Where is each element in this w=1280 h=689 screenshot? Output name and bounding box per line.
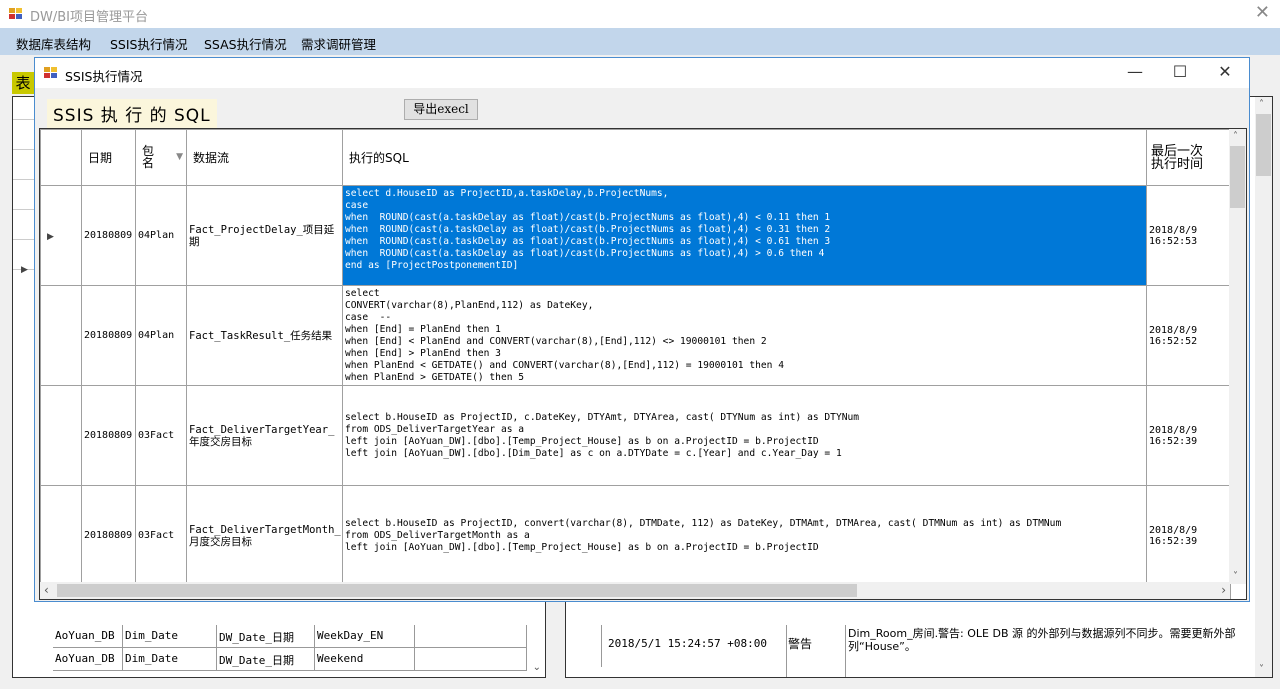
cell-dataflow[interactable]: Fact_DeliverTargetYear_年度交房目标 [186, 385, 343, 486]
row-header[interactable] [40, 385, 82, 486]
row-header[interactable] [40, 485, 82, 586]
cell-package[interactable]: 04Plan [135, 285, 187, 386]
bg-cell: Dim_Date [123, 625, 217, 648]
sql-table: 日期 包名 ▼ 数据流 执行的SQL 最后一次执行时间 ▶ 20180809 04P… [40, 129, 1231, 599]
cell-sql[interactable]: select b.HouseID as ProjectID, convert(v… [342, 485, 1147, 586]
column-header-dataflow[interactable]: 数据流 [186, 129, 343, 186]
row-header[interactable] [40, 285, 82, 386]
table-row[interactable]: 20180809 03Fact Fact_DeliverTargetYear_年度交… [40, 385, 1231, 486]
sort-dropdown-icon[interactable]: ▼ [176, 152, 183, 162]
main-titlebar: DW/BI项目管理平台 ✕ [0, 0, 1280, 28]
bg-cell: WeekDay_EN [315, 625, 415, 648]
bg-cell: DW_Date_日期 [217, 648, 315, 671]
column-header-last-run[interactable]: 最后一次执行时间 [1146, 129, 1231, 186]
scroll-left-icon[interactable]: ‹ [44, 583, 49, 597]
window-title: DW/BI项目管理平台 [30, 10, 148, 25]
log-level: 警告 [788, 637, 813, 651]
cell-last-run[interactable]: 2018/8/9 16:52:52 [1146, 285, 1231, 386]
menu-ssas-status[interactable]: SSAS执行情况 [204, 34, 287, 53]
menu-db-structure[interactable]: 数据库表结构 [16, 34, 91, 53]
cell-sql[interactable]: select d.HouseID as ProjectID,a.taskDela… [342, 185, 1147, 286]
ssis-dialog: SSIS执行情况 — ☐ ✕ SSIS 执 行 的 SQL 导出execl 日期… [34, 57, 1250, 602]
cell-date[interactable]: 20180809 [81, 385, 136, 486]
menu-requirements[interactable]: 需求调研管理 [301, 34, 376, 53]
bg-cell: Dim_Date [123, 648, 217, 671]
column-header-last-run-label: 最后一次执行时间 [1151, 143, 1204, 172]
column-header-date[interactable]: 日期 [81, 129, 136, 186]
row-indicator-icon: ▶ [21, 265, 28, 275]
cell-package[interactable]: 04Plan [135, 185, 187, 286]
app-icon [9, 8, 23, 20]
cell-package[interactable]: 03Fact [135, 485, 187, 586]
vertical-scrollbar[interactable]: ˄ ˅ [1229, 129, 1246, 584]
cell-date[interactable]: 20180809 [81, 185, 136, 286]
scroll-down-icon[interactable]: ⌄ [533, 662, 541, 673]
scroll-right-icon[interactable]: › [1221, 583, 1226, 597]
scroll-thumb[interactable] [1230, 146, 1245, 208]
column-header-package[interactable]: 包名 ▼ [135, 129, 187, 186]
close-button[interactable]: ✕ [1205, 62, 1245, 81]
column-header-package-label: 包名 [142, 144, 155, 170]
table-row[interactable]: 20180809 04Plan Fact_TaskResult_任务结果 select… [40, 285, 1231, 386]
dialog-title: SSIS执行情况 [65, 69, 143, 84]
row-header[interactable]: ▶ [40, 185, 82, 286]
app-icon [44, 67, 58, 79]
cell-dataflow[interactable]: Fact_ProjectDelay_项目延期 [186, 185, 343, 286]
row-header-corner [40, 129, 82, 186]
minimize-button[interactable]: — [1115, 62, 1155, 81]
cell-dataflow[interactable]: Fact_DeliverTargetMonth_月度交房目标 [186, 485, 343, 586]
scroll-down-icon[interactable]: ˅ [1233, 571, 1238, 582]
log-time: 2018/5/1 15:24:57 +08:00 [608, 637, 767, 650]
table-row[interactable]: 20180809 03Fact Fact_DeliverTargetMonth_月度… [40, 485, 1231, 586]
dialog-titlebar: SSIS执行情况 — ☐ ✕ [35, 58, 1249, 88]
cell-sql[interactable]: select b.HouseID as ProjectID, c.DateKey… [342, 385, 1147, 486]
cell-dataflow[interactable]: Fact_TaskResult_任务结果 [186, 285, 343, 386]
log-message: Dim_Room_房间.警告: OLE DB 源 的外部列与数据源列不同步。需要… [848, 627, 1236, 653]
horizontal-scrollbar[interactable]: ‹ › [40, 582, 1230, 599]
current-row-indicator-icon: ▶ [47, 232, 54, 242]
bg-cell: DW_Date_日期 [217, 625, 315, 648]
table-badge: 表 [12, 72, 34, 94]
cell-date[interactable]: 20180809 [81, 285, 136, 386]
header-row: 日期 包名 ▼ 数据流 执行的SQL 最后一次执行时间 [40, 129, 1231, 186]
cell-last-run[interactable]: 2018/8/9 16:52:39 [1146, 385, 1231, 486]
maximize-button[interactable]: ☐ [1160, 62, 1200, 81]
bg-cell: AoYuan_DB [53, 625, 123, 648]
vertical-scrollbar[interactable]: ˄ ˅ [1255, 97, 1272, 677]
scroll-thumb[interactable] [57, 584, 857, 597]
cell-date[interactable]: 20180809 [81, 485, 136, 586]
column-header-sql[interactable]: 执行的SQL [342, 129, 1147, 186]
menu-bar: 数据库表结构 SSIS执行情况 SSAS执行情况 需求调研管理 [0, 28, 1280, 55]
section-heading: SSIS 执 行 的 SQL [47, 99, 217, 128]
cell-last-run[interactable]: 2018/8/9 16:52:53 [1146, 185, 1231, 286]
close-icon[interactable]: ✕ [1255, 2, 1270, 23]
scroll-up-icon[interactable]: ˄ [1233, 131, 1238, 142]
export-excel-button[interactable]: 导出execl [404, 99, 478, 120]
ssis-sql-grid: 日期 包名 ▼ 数据流 执行的SQL 最后一次执行时间 ▶ 20180809 04P… [39, 128, 1247, 600]
cell-sql[interactable]: select CONVERT(varchar(8),PlanEnd,112) a… [342, 285, 1147, 386]
menu-ssis-status[interactable]: SSIS执行情况 [110, 34, 188, 53]
bg-cell: Weekend [315, 648, 415, 671]
table-row[interactable]: ▶ 20180809 04Plan Fact_ProjectDelay_项目延期 sel… [40, 185, 1231, 286]
cell-package[interactable]: 03Fact [135, 385, 187, 486]
cell-last-run[interactable]: 2018/8/9 16:52:39 [1146, 485, 1231, 586]
bg-cell: AoYuan_DB [53, 648, 123, 671]
